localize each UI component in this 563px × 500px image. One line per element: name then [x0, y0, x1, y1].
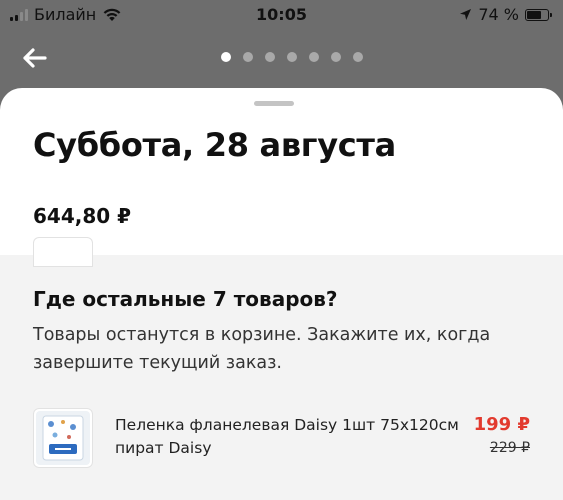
pager-dot[interactable] [308, 52, 319, 62]
pager-dot-active[interactable] [220, 52, 231, 62]
product-name: Пеленка фланелевая Daisy 1шт 75х120см пи… [115, 416, 459, 457]
diaper-pack-image [36, 411, 90, 465]
status-bar: Билайн 10:05 74 % [0, 0, 563, 30]
remaining-items-text: Товары останутся в корзине. Закажите их,… [33, 325, 491, 373]
status-right: 74 % [459, 5, 552, 24]
pager-dot[interactable] [286, 52, 297, 62]
page-indicator [0, 52, 563, 62]
list-item[interactable]: Пеленка фланелевая Daisy 1шт 75х120см пи… [33, 408, 533, 470]
battery-percent: 74 % [478, 5, 519, 24]
sheet-grabber[interactable] [254, 101, 294, 106]
next-product-thumbnail [33, 237, 93, 267]
location-arrow-icon [460, 9, 472, 20]
order-total: 644,80 ₽ [33, 204, 132, 228]
pager-dot[interactable] [352, 52, 363, 62]
pager-dot[interactable] [242, 52, 253, 62]
product-old-price: 229 ₽ [489, 440, 530, 456]
product-thumbnail [33, 408, 93, 468]
product-price: 199 ₽ [473, 414, 530, 435]
remaining-items-section: Где остальные 7 товаров? Товары останутс… [0, 255, 563, 500]
pager-dot[interactable] [264, 52, 275, 62]
remaining-items-title: Где остальные 7 товаров? [33, 287, 338, 311]
battery-icon [525, 8, 552, 21]
delivery-date-title: Суббота, 28 августа [33, 126, 396, 164]
pager-dot[interactable] [330, 52, 341, 62]
delivery-sheet: Суббота, 28 августа 644,80 ₽ Где остальн… [0, 88, 563, 500]
